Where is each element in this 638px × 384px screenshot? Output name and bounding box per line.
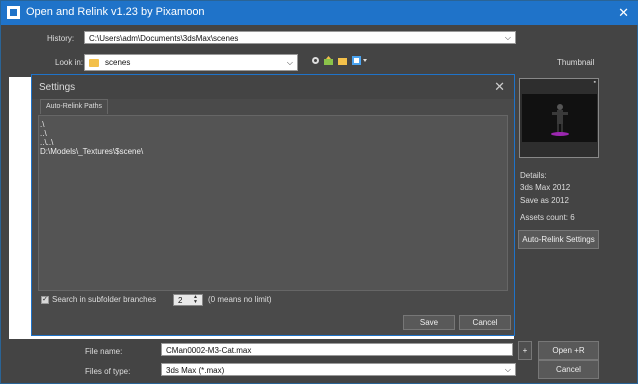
- history-value: C:\Users\adm\Documents\3dsMax\scenes: [89, 34, 239, 43]
- chevron-down-icon: ⌵: [504, 365, 511, 374]
- add-button[interactable]: +: [518, 341, 532, 360]
- recent-icon[interactable]: [311, 56, 320, 65]
- settings-title: Settings: [39, 82, 76, 93]
- subfolder-checkbox[interactable]: ✓: [41, 296, 49, 304]
- files-of-type-combo[interactable]: 3ds Max (*.max) ⌵: [161, 363, 516, 376]
- details-assets: Assets count: 6: [520, 213, 575, 222]
- auto-relink-settings-button[interactable]: Auto-Relink Settings: [518, 230, 599, 249]
- open-relink-button[interactable]: Open +R: [538, 341, 599, 360]
- depth-hint: (0 means no limit): [208, 295, 272, 304]
- folder-icon: [89, 59, 99, 67]
- thumbnail-image: [522, 94, 597, 142]
- paths-editor[interactable]: .\ ..\ ..\..\ D:\Models\_Textures\$scene…: [38, 115, 508, 291]
- app-icon: [7, 6, 20, 19]
- new-folder-icon[interactable]: [338, 56, 347, 65]
- files-of-type-label: Files of type:: [85, 367, 131, 376]
- history-label: History:: [47, 34, 75, 43]
- path-line: .\: [40, 120, 45, 129]
- look-in-value: scenes: [105, 58, 131, 68]
- file-name-input[interactable]: CMan0002-M3-Cat.max: [161, 343, 513, 356]
- file-name-label: File name:: [85, 347, 123, 356]
- chevron-down-icon: ⌵: [504, 33, 511, 42]
- close-icon[interactable]: ✕: [618, 5, 629, 21]
- title-bar[interactable]: Open and Relink v1.23 by Pixamoon ✕: [1, 1, 638, 25]
- spinner-arrows-icon[interactable]: ▲ ▼: [193, 295, 198, 305]
- look-in-combo[interactable]: scenes ⌵: [84, 54, 298, 71]
- path-line: D:\Models\_Textures\$scene\: [40, 147, 144, 156]
- chevron-down-icon: ⌵: [286, 58, 293, 67]
- history-combo[interactable]: C:\Users\adm\Documents\3dsMax\scenes ⌵: [84, 31, 516, 44]
- window-title: Open and Relink v1.23 by Pixamoon: [26, 6, 205, 18]
- cancel-button[interactable]: Cancel: [538, 360, 599, 379]
- details-heading: Details:: [520, 171, 547, 180]
- subfolder-label: Search in subfolder branches: [52, 295, 157, 304]
- depth-value: 2: [178, 296, 183, 305]
- path-line: ..\..\: [40, 138, 54, 147]
- depth-spinner[interactable]: 2: [173, 294, 203, 306]
- settings-save-button[interactable]: Save: [403, 315, 455, 330]
- file-name-value: CMan0002-M3-Cat.max: [166, 346, 252, 355]
- up-folder-icon[interactable]: [324, 56, 333, 65]
- settings-title-bar[interactable]: Settings ✕: [32, 75, 514, 99]
- settings-cancel-button[interactable]: Cancel: [459, 315, 511, 330]
- view-menu-icon[interactable]: [352, 56, 367, 65]
- close-icon[interactable]: ✕: [494, 79, 505, 95]
- thumbnail-preview: ▪: [519, 78, 599, 158]
- tab-auto-relink-paths[interactable]: Auto-Relink Paths: [40, 99, 108, 114]
- thumbnail-corner-mark: ▪: [593, 79, 596, 86]
- files-of-type-value: 3ds Max (*.max): [166, 366, 225, 375]
- thumbnail-label: Thumbnail: [557, 58, 595, 67]
- path-line: ..\: [40, 129, 47, 138]
- details-version: 3ds Max 2012: [520, 183, 571, 192]
- settings-dialog: Settings ✕ Auto-Relink Paths .\ ..\ ..\.…: [31, 74, 515, 336]
- look-in-label: Look in:: [55, 58, 84, 67]
- details-save-as: Save as 2012: [520, 196, 569, 205]
